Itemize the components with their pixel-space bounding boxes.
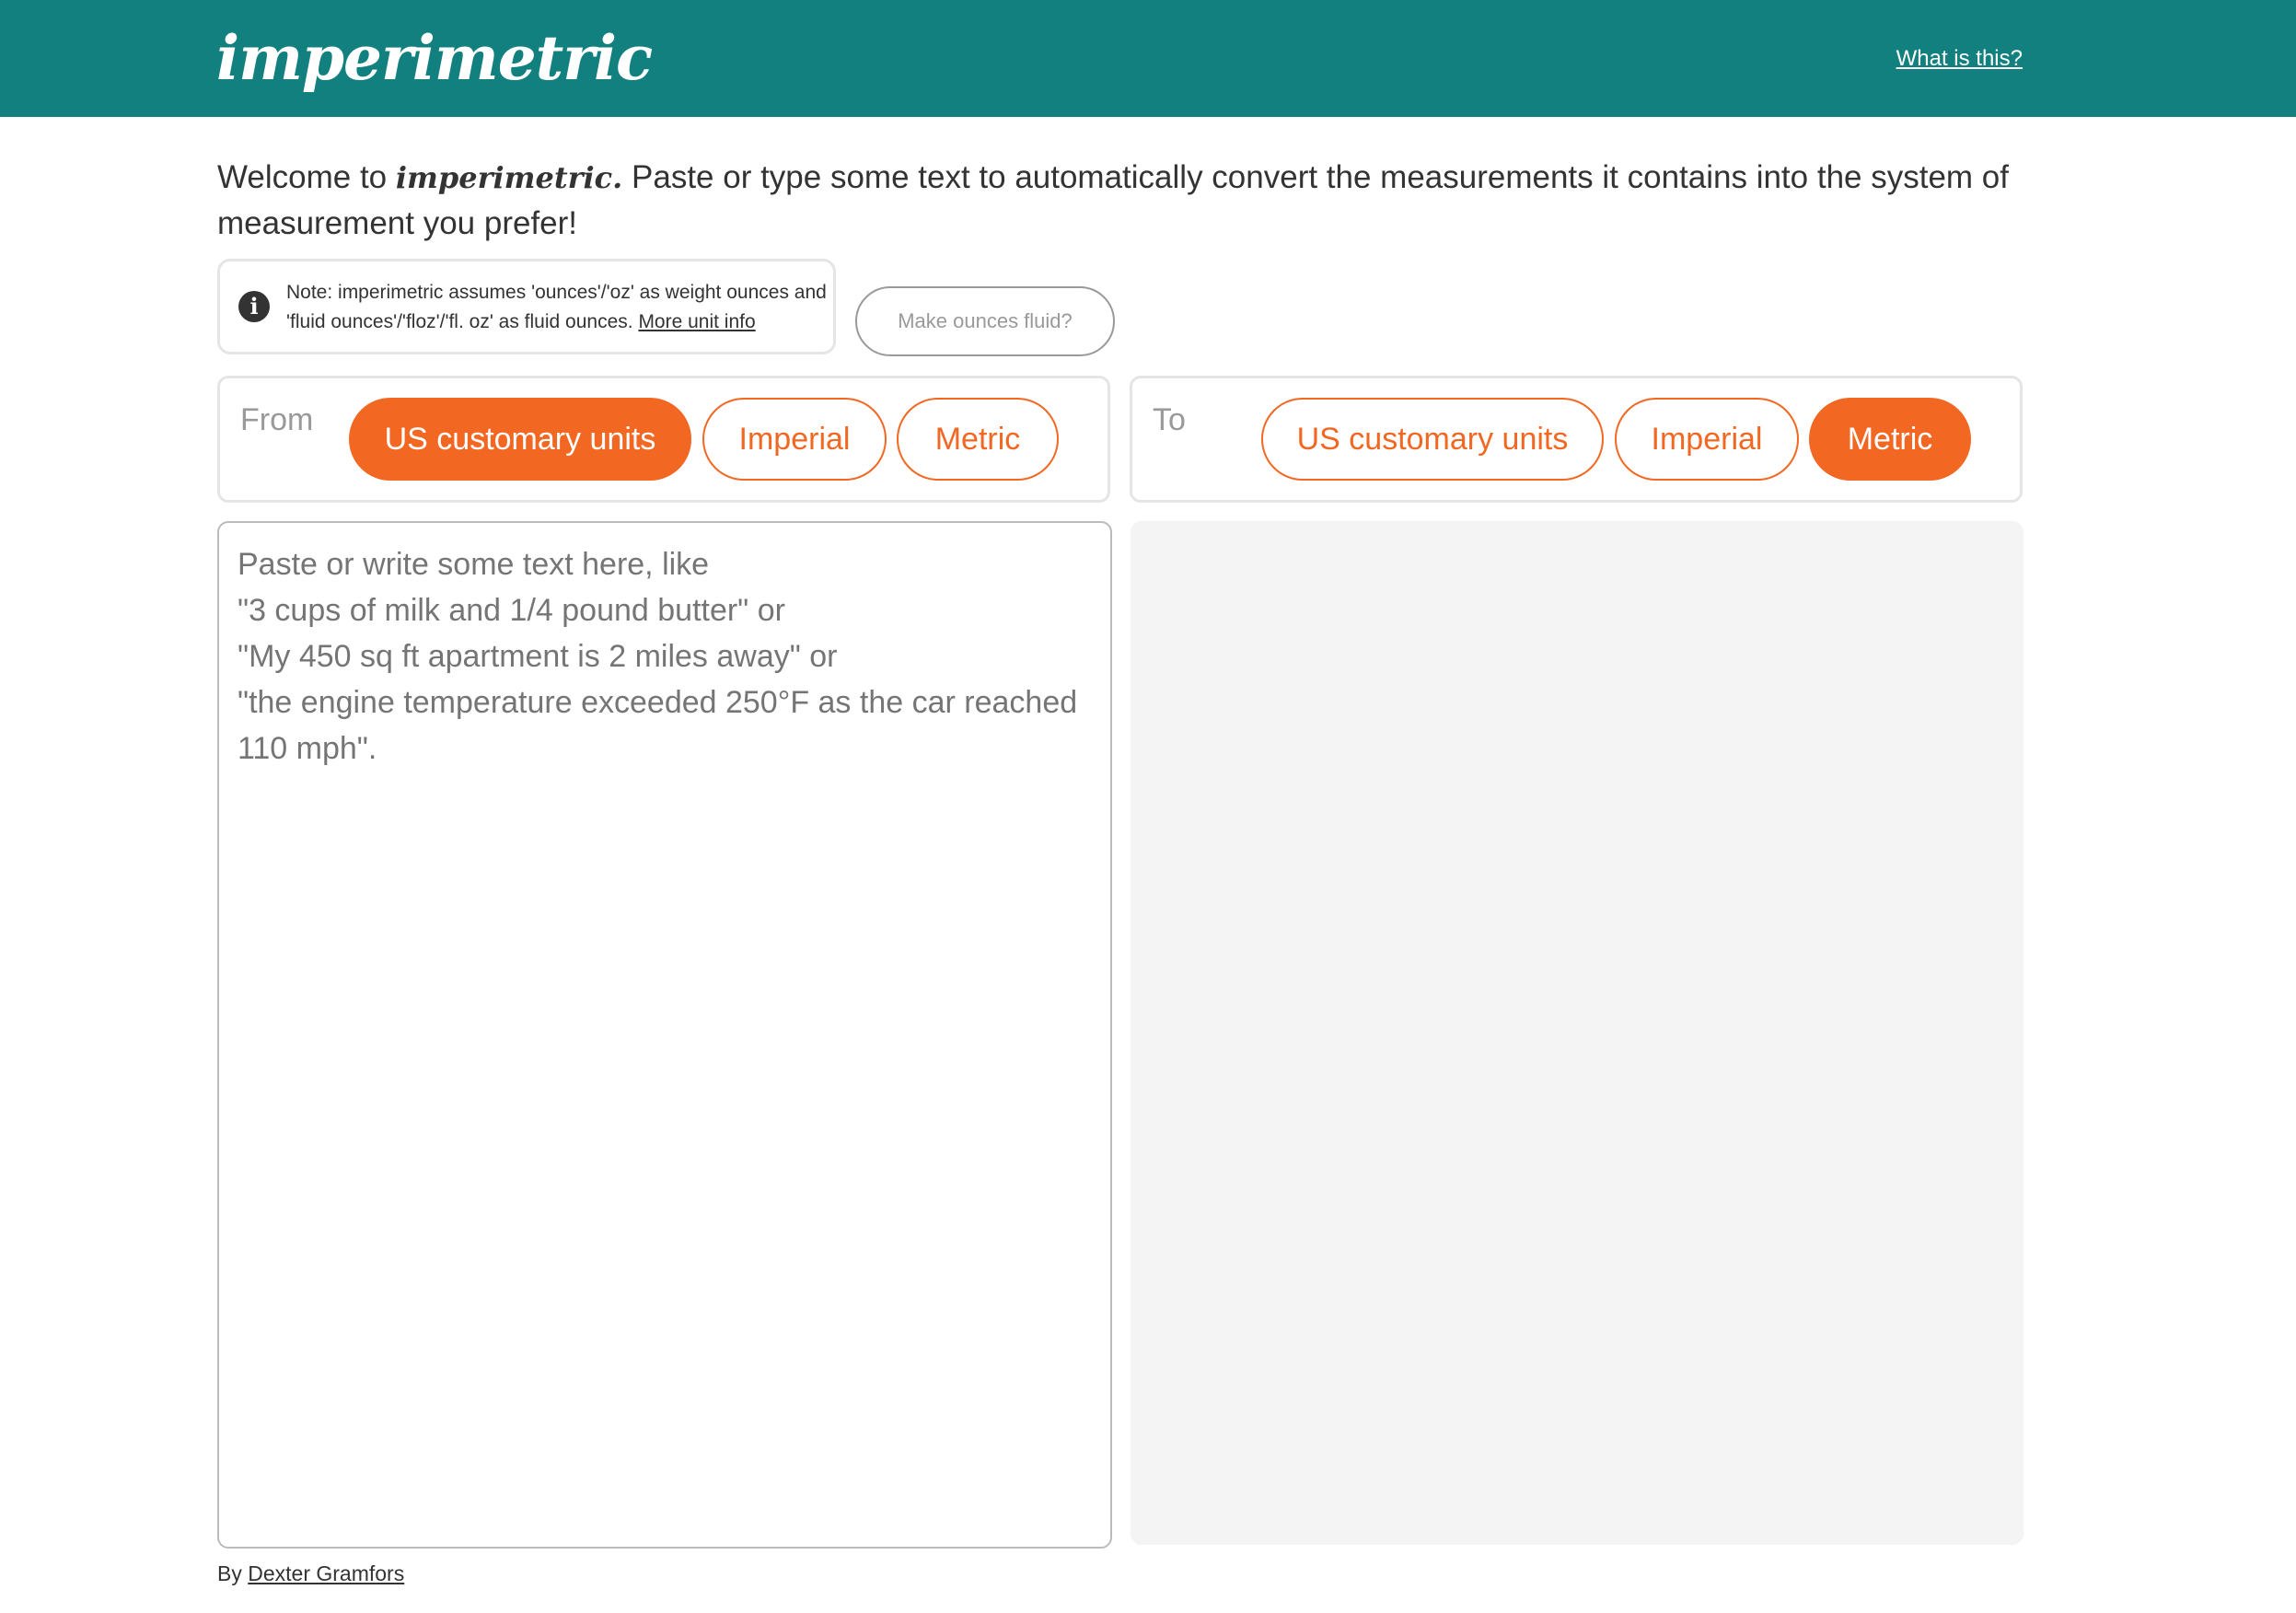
to-unit-selector: To US customary units Imperial Metric [1130, 376, 2023, 503]
what-is-this-link[interactable]: What is this? [1896, 46, 2023, 72]
to-label: To [1153, 402, 1186, 437]
info-icon: i [238, 291, 270, 322]
welcome-message: Welcome to imperimetric. Paste or type s… [217, 155, 2058, 247]
to-us-customary-button[interactable]: US customary units [1261, 398, 1604, 481]
from-us-customary-button[interactable]: US customary units [349, 398, 691, 481]
from-metric-button[interactable]: Metric [897, 398, 1059, 481]
more-unit-info-link[interactable]: More unit info [638, 311, 755, 332]
footer-byline: By Dexter Gramfors [217, 1561, 404, 1586]
note-text: Note: imperimetric assumes 'ounces'/'oz'… [286, 278, 829, 337]
from-unit-selector: From US customary units Imperial Metric [217, 376, 1110, 503]
welcome-prefix: Welcome to [217, 159, 396, 195]
make-ounces-fluid-button[interactable]: Make ounces fluid? [855, 286, 1115, 356]
to-metric-button[interactable]: Metric [1809, 398, 1971, 481]
app-header: imperimetric What is this? [0, 0, 2296, 117]
logo[interactable]: imperimetric [216, 17, 653, 99]
unit-note: i Note: imperimetric assumes 'ounces'/'o… [217, 259, 836, 354]
welcome-brand: imperimetric. [395, 160, 623, 195]
byline-prefix: By [217, 1561, 249, 1585]
input-textarea[interactable]: Paste or write some text here, like "3 c… [217, 521, 1112, 1549]
output-panel [1131, 521, 2023, 1545]
author-link[interactable]: Dexter Gramfors [248, 1561, 404, 1585]
from-imperial-button[interactable]: Imperial [702, 398, 887, 481]
input-placeholder: Paste or write some text here, like "3 c… [238, 547, 1078, 766]
to-imperial-button[interactable]: Imperial [1615, 398, 1799, 481]
from-label: From [240, 402, 314, 437]
